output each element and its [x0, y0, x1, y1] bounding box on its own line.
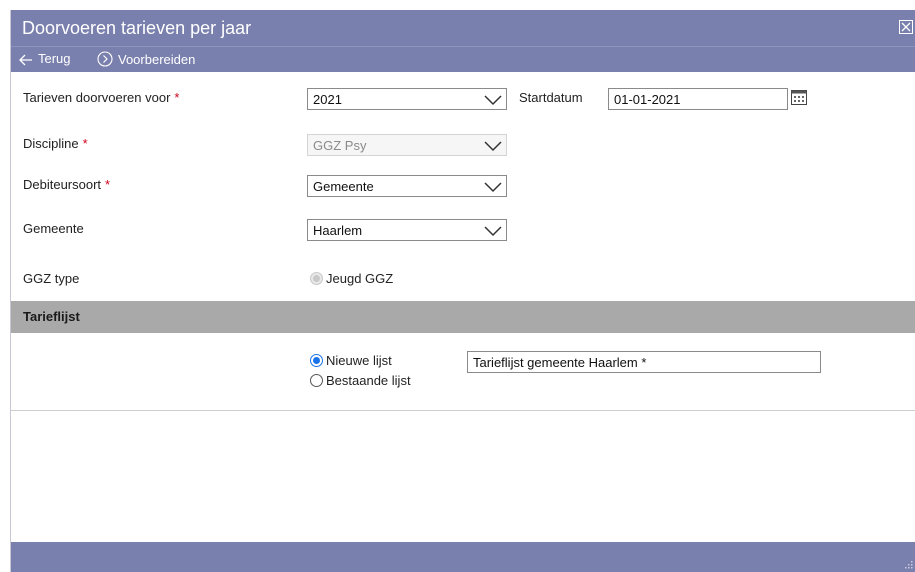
title-bar: Doorvoeren tarieven per jaar — [11, 10, 915, 46]
year-value: 2021 — [313, 92, 342, 107]
required-marker: * — [82, 136, 88, 151]
ggz-type-radio: Jeugd GGZ — [310, 271, 393, 286]
arrow-left-icon — [19, 54, 32, 66]
municipality-select[interactable]: Haarlem — [307, 219, 507, 241]
dialog-title: Doorvoeren tarieven per jaar — [22, 18, 252, 38]
start-date-label: Startdatum — [519, 90, 583, 105]
ggz-type-row: GGZ type Jeugd GGZ — [11, 267, 915, 293]
discipline-label: Discipline * — [23, 136, 88, 151]
back-label: Terug — [38, 51, 71, 66]
list-name-input[interactable] — [467, 351, 821, 373]
resize-grip-icon[interactable] — [903, 559, 913, 569]
municipality-label: Gemeente — [23, 221, 84, 236]
radio-checked-icon — [310, 354, 323, 367]
existing-list-radio[interactable]: Bestaande lijst — [310, 373, 411, 388]
debtor-type-row: Debiteursoort * Gemeente — [11, 173, 915, 199]
debtor-type-select[interactable]: Gemeente — [307, 175, 507, 197]
start-date-input[interactable] — [608, 88, 788, 110]
radio-unchecked-icon — [310, 374, 323, 387]
discipline-value: GGZ Psy — [313, 138, 367, 153]
municipality-row: Gemeente Haarlem — [11, 217, 915, 243]
chevron-down-icon — [484, 226, 502, 237]
chevron-down-icon — [484, 182, 502, 193]
back-button[interactable]: Terug — [19, 51, 71, 66]
required-marker: * — [105, 177, 111, 192]
debtor-type-label: Debiteursoort * — [23, 177, 111, 192]
new-list-label: Nieuwe lijst — [326, 353, 392, 368]
section-title: Tarieflijst — [23, 309, 80, 324]
tariff-list-panel: Nieuwe lijst Bestaande lijst — [11, 333, 915, 411]
required-marker: * — [174, 90, 180, 105]
radio-disabled-icon — [310, 272, 323, 285]
new-list-radio[interactable]: Nieuwe lijst — [310, 353, 392, 368]
debtor-type-value: Gemeente — [313, 179, 374, 194]
prepare-label: Voorbereiden — [118, 52, 196, 67]
existing-list-label: Bestaande lijst — [326, 373, 411, 388]
toolbar: Terug Voorbereiden — [11, 46, 915, 72]
chevron-down-icon — [484, 95, 502, 106]
prepare-button[interactable]: Voorbereiden — [97, 51, 195, 67]
discipline-row: Discipline * GGZ Psy — [11, 132, 915, 158]
municipality-value: Haarlem — [313, 223, 363, 238]
dialog: Doorvoeren tarieven per jaar Terug Voorb… — [10, 10, 915, 572]
close-icon[interactable] — [899, 20, 913, 34]
year-label: Tarieven doorvoeren voor * — [23, 90, 180, 105]
tariff-list-section-header: Tarieflijst — [11, 301, 915, 333]
footer-bar — [11, 542, 915, 572]
ggz-type-option-label: Jeugd GGZ — [326, 271, 394, 286]
calendar-icon[interactable] — [790, 88, 808, 106]
year-select[interactable]: 2021 — [307, 88, 507, 110]
discipline-select: GGZ Psy — [307, 134, 507, 156]
year-row: Tarieven doorvoeren voor * 2021 Startdatu… — [11, 86, 915, 112]
ggz-type-label: GGZ type — [23, 271, 80, 286]
chevron-down-icon — [484, 141, 502, 152]
chevron-circle-right-icon — [97, 51, 113, 67]
